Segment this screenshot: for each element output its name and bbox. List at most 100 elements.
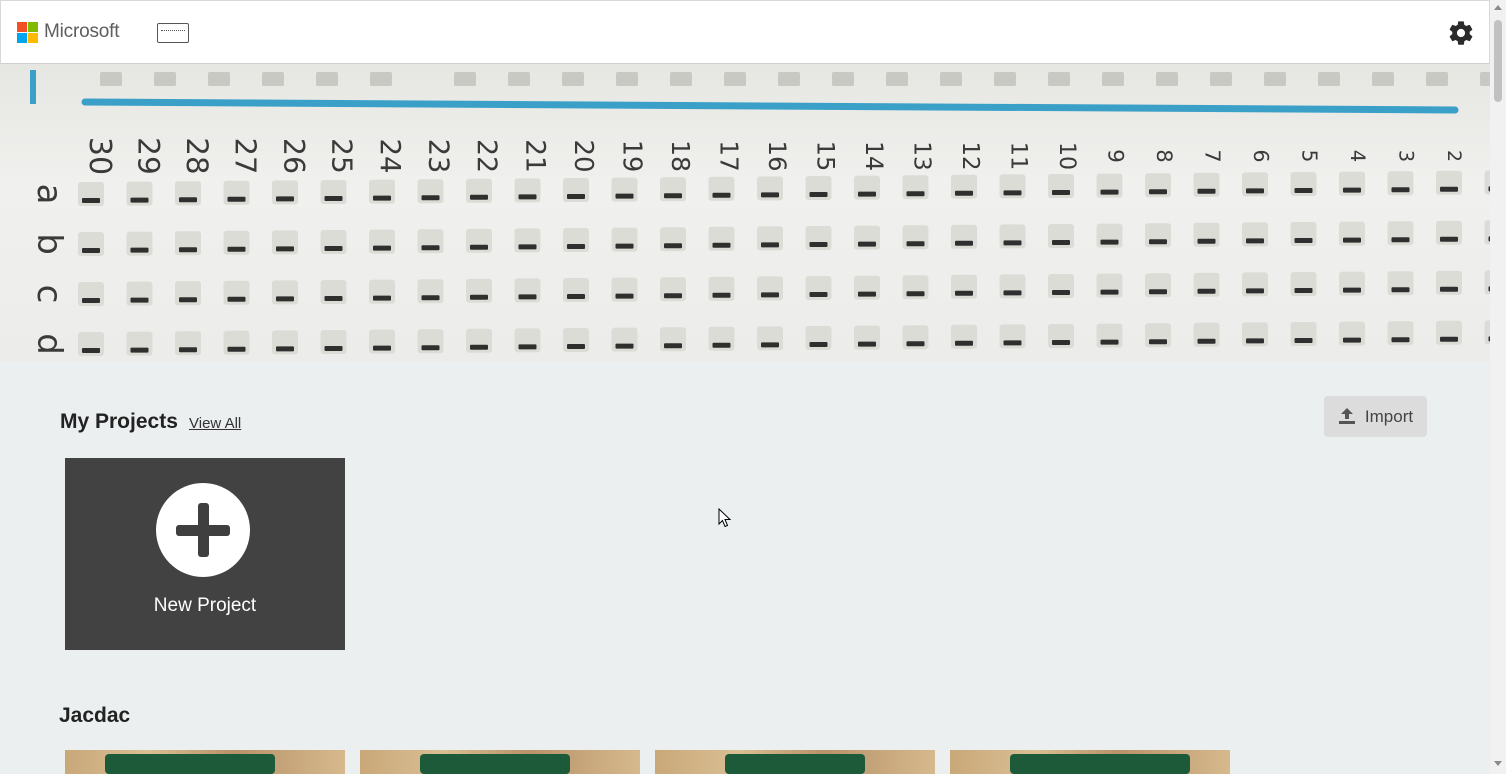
breadboard-hole-shadow bbox=[1003, 290, 1022, 296]
gear-icon[interactable] bbox=[1447, 19, 1475, 47]
rail-hole bbox=[262, 72, 284, 86]
row-letter: b bbox=[29, 233, 69, 255]
breadboard-hole-shadow bbox=[761, 292, 779, 298]
new-project-card[interactable]: New Project bbox=[65, 458, 345, 650]
breadboard-hole-shadow bbox=[82, 198, 100, 203]
breadboard-hole-shadow bbox=[712, 292, 731, 298]
mouse-cursor-icon bbox=[718, 508, 732, 528]
jacdac-title: Jacdac bbox=[59, 704, 131, 727]
breadboard-hole-shadow bbox=[518, 344, 537, 350]
breadboard-hole-shadow bbox=[324, 296, 343, 301]
breadboard-hole-shadow bbox=[761, 242, 779, 248]
column-number: 11 bbox=[1006, 142, 1032, 171]
scrollbar[interactable] bbox=[1490, 0, 1506, 774]
breadboard-hole-shadow bbox=[761, 342, 779, 348]
breadboard-hole-shadow bbox=[1440, 286, 1458, 292]
breadboard-hole-shadow bbox=[1246, 288, 1264, 294]
new-project-label: New Project bbox=[153, 595, 257, 616]
breadboard-hole-shadow bbox=[906, 191, 925, 197]
column-number: 8 bbox=[1152, 149, 1177, 162]
scroll-thumb[interactable] bbox=[1494, 20, 1502, 102]
hero-breadboard-image: 30 29 28 27 26 25 24 23 22 21 20 19 18 17 16 15 14 13 12 11… bbox=[0, 64, 1490, 362]
scroll-down-icon[interactable] bbox=[1494, 761, 1502, 766]
breadboard-hole-shadow bbox=[1391, 337, 1410, 343]
breadboard-hole-shadow bbox=[1052, 240, 1070, 245]
microsoft-logo[interactable]: Microsoft bbox=[17, 21, 119, 43]
breadboard-hole-shadow bbox=[906, 341, 925, 347]
breadboard-hole-shadow bbox=[1052, 190, 1070, 195]
rail-hole bbox=[1426, 72, 1448, 86]
breadboard-hole-shadow bbox=[809, 292, 828, 297]
column-number: 23 bbox=[423, 139, 454, 174]
breadboard-hole-shadow bbox=[179, 197, 197, 203]
breadboard-hole-shadow bbox=[421, 195, 440, 201]
breadboard-hole-shadow bbox=[1052, 340, 1070, 345]
breadboard-hole-shadow bbox=[1391, 287, 1410, 293]
view-all-link[interactable]: View All bbox=[189, 415, 241, 432]
rail-hole bbox=[1264, 72, 1286, 86]
jacdac-card[interactable] bbox=[65, 750, 345, 774]
breadboard-hole-shadow bbox=[615, 243, 634, 249]
board-icon[interactable] bbox=[157, 23, 189, 43]
breadboard-hole-shadow bbox=[906, 241, 925, 247]
rail-hole bbox=[316, 72, 338, 86]
breadboard-hole-shadow bbox=[664, 343, 682, 349]
breadboard-hole-shadow bbox=[1100, 239, 1119, 245]
breadboard-hole-shadow bbox=[518, 194, 537, 200]
breadboard-hole-shadow bbox=[858, 341, 876, 347]
breadboard-hole-shadow bbox=[276, 296, 294, 302]
rail-hole bbox=[1210, 72, 1232, 86]
breadboard-hole-shadow bbox=[567, 244, 585, 249]
rail-hole bbox=[454, 72, 476, 86]
breadboard-hole-shadow bbox=[664, 193, 682, 199]
column-number: 28 bbox=[180, 137, 214, 174]
rail-hole bbox=[724, 72, 746, 86]
rail-mark bbox=[30, 70, 36, 104]
column-number: 29 bbox=[132, 137, 166, 175]
column-number: 6 bbox=[1249, 150, 1273, 163]
breadboard-hole-shadow bbox=[1391, 187, 1410, 193]
breadboard-hole-shadow bbox=[130, 247, 149, 253]
column-number: 7 bbox=[1201, 149, 1225, 162]
breadboard-hole-shadow bbox=[1294, 188, 1313, 193]
rail-hole bbox=[1318, 72, 1340, 86]
my-projects-title: My Projects bbox=[60, 410, 178, 433]
breadboard-hole-shadow bbox=[1440, 236, 1458, 242]
jacdac-card[interactable] bbox=[655, 750, 935, 774]
breadboard-hole-shadow bbox=[276, 196, 294, 202]
import-label: Import bbox=[1364, 406, 1414, 426]
breadboard-hole-shadow bbox=[227, 246, 246, 252]
breadboard-hole-shadow bbox=[1003, 340, 1022, 346]
rail-hole bbox=[670, 72, 692, 86]
breadboard-hole-shadow bbox=[858, 191, 876, 197]
breadboard-hole-shadow bbox=[421, 245, 440, 251]
column-number: 4 bbox=[1346, 150, 1369, 162]
breadboard-hole-shadow bbox=[858, 291, 876, 297]
breadboard-hole-shadow bbox=[712, 342, 731, 348]
breadboard-hole-shadow bbox=[276, 346, 294, 352]
breadboard-hole-shadow bbox=[1052, 290, 1070, 295]
jacdac-card[interactable] bbox=[360, 750, 640, 774]
scroll-up-icon[interactable] bbox=[1494, 5, 1502, 10]
breadboard-hole-shadow bbox=[1197, 338, 1216, 344]
breadboard-hole-shadow bbox=[1100, 289, 1119, 295]
breadboard-hole-shadow bbox=[615, 293, 634, 299]
rail-hole bbox=[1102, 72, 1124, 86]
breadboard-hole-shadow bbox=[324, 196, 343, 201]
breadboard-hole-shadow bbox=[179, 297, 197, 303]
column-number: 24 bbox=[374, 138, 407, 173]
import-button[interactable]: Import bbox=[1324, 396, 1427, 437]
breadboard-hole-shadow bbox=[373, 295, 391, 301]
column-number: 25 bbox=[326, 138, 359, 174]
breadboard-hole-shadow bbox=[712, 242, 731, 248]
breadboard-hole-shadow bbox=[1149, 289, 1167, 295]
breadboard-hole-shadow bbox=[809, 192, 828, 197]
rail-hole bbox=[154, 72, 176, 86]
breadboard-hole-shadow bbox=[518, 244, 537, 250]
column-number: 12 bbox=[957, 141, 983, 170]
breadboard-hole-shadow bbox=[1100, 339, 1119, 345]
jacdac-card[interactable] bbox=[950, 750, 1230, 774]
breadboard-hole-shadow bbox=[1149, 339, 1167, 345]
row-letter: c bbox=[29, 285, 69, 304]
breadboard-hole-shadow bbox=[809, 242, 828, 247]
